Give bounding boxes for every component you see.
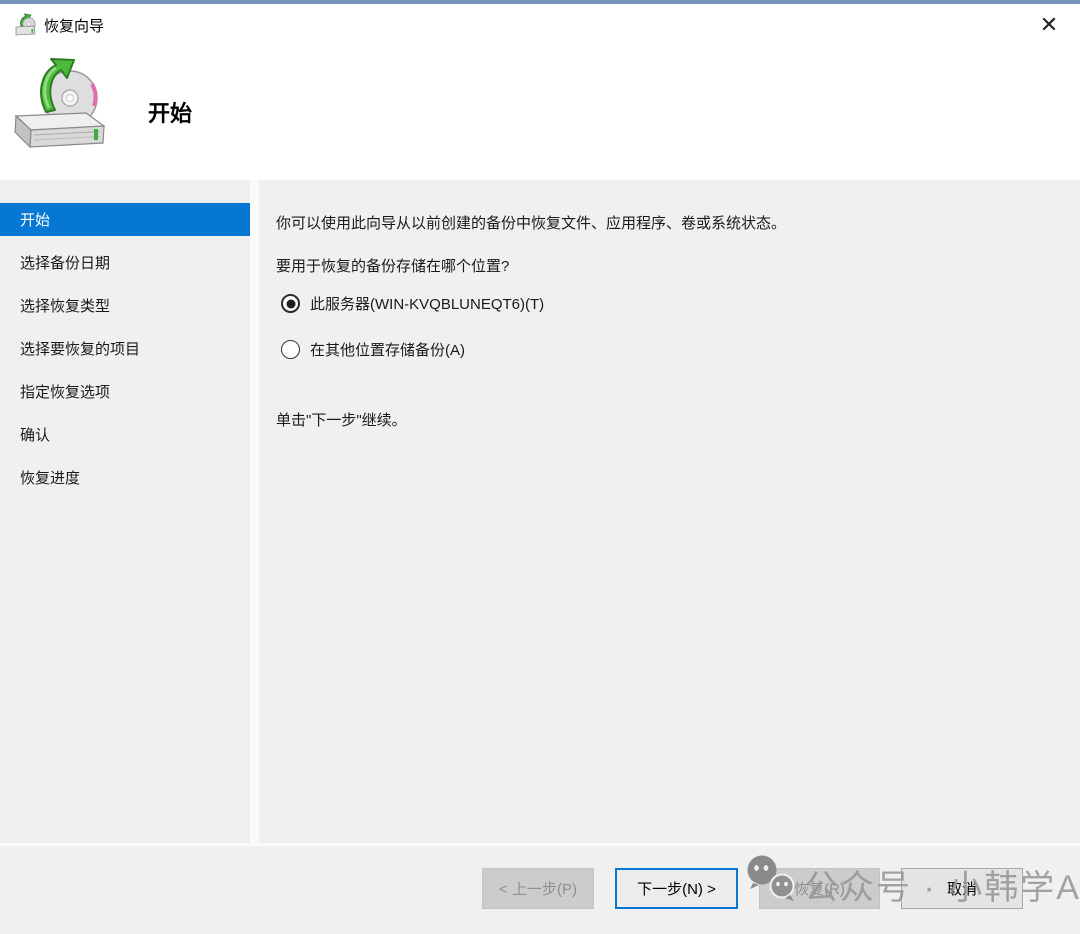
sidebar-item-specify-recovery-options[interactable]: 指定恢复选项 xyxy=(0,375,250,408)
steps-sidebar: 开始 选择备份日期 选择恢复类型 选择要恢复的项目 指定恢复选项 确认 恢复进度 xyxy=(0,180,250,843)
next-button[interactable]: 下一步(N) > xyxy=(615,868,738,909)
backup-location-question: 要用于恢复的备份存储在哪个位置? xyxy=(276,255,509,276)
radio-this-server-label: 此服务器(WIN-KVQBLUNEQT6)(T) xyxy=(310,293,544,314)
close-icon[interactable]: ✕ xyxy=(1034,10,1064,40)
restore-wizard-icon xyxy=(14,13,38,37)
sidebar-item-select-items-to-recover[interactable]: 选择要恢复的项目 xyxy=(0,332,250,365)
next-hint-text: 单击"下一步"继续。 xyxy=(276,409,407,430)
window-title: 恢复向导 xyxy=(44,15,104,36)
sidebar-item-confirmation[interactable]: 确认 xyxy=(0,418,250,451)
cancel-button[interactable]: 取消 xyxy=(901,868,1023,909)
sidebar-item-recovery-progress[interactable]: 恢复进度 xyxy=(0,461,250,494)
recovery-wizard-window: 恢复向导 ✕ 开始 xyxy=(0,0,1080,934)
radio-this-server[interactable]: 此服务器(WIN-KVQBLUNEQT6)(T) xyxy=(281,293,544,314)
radio-other-location-label: 在其他位置存储备份(A) xyxy=(310,339,465,360)
recover-button[interactable]: 恢复(R) xyxy=(759,868,880,909)
wizard-header: 开始 xyxy=(0,46,1080,180)
restore-disk-icon xyxy=(6,56,110,159)
page-title: 开始 xyxy=(148,96,192,128)
sidebar-item-select-backup-date[interactable]: 选择备份日期 xyxy=(0,246,250,279)
radio-selected-icon[interactable] xyxy=(281,294,300,313)
sidebar-item-getting-started[interactable]: 开始 xyxy=(0,203,250,236)
radio-unselected-icon[interactable] xyxy=(281,340,300,359)
sidebar-content-divider xyxy=(250,180,259,843)
radio-other-location[interactable]: 在其他位置存储备份(A) xyxy=(281,339,465,360)
steps-list: 开始 选择备份日期 选择恢复类型 选择要恢复的项目 指定恢复选项 确认 恢复进度 xyxy=(0,180,250,494)
previous-button[interactable]: < 上一步(P) xyxy=(482,868,594,909)
content-pane: 你可以使用此向导从以前创建的备份中恢复文件、应用程序、卷或系统状态。 要用于恢复… xyxy=(259,180,1080,843)
button-bar: < 上一步(P) 下一步(N) > 恢复(R) 取消 xyxy=(0,846,1080,931)
sidebar-item-select-recovery-type[interactable]: 选择恢复类型 xyxy=(0,289,250,322)
titlebar: 恢复向导 xyxy=(0,4,1080,46)
intro-text: 你可以使用此向导从以前创建的备份中恢复文件、应用程序、卷或系统状态。 xyxy=(276,212,786,233)
wizard-body: 开始 选择备份日期 选择恢复类型 选择要恢复的项目 指定恢复选项 确认 恢复进度… xyxy=(0,180,1080,934)
